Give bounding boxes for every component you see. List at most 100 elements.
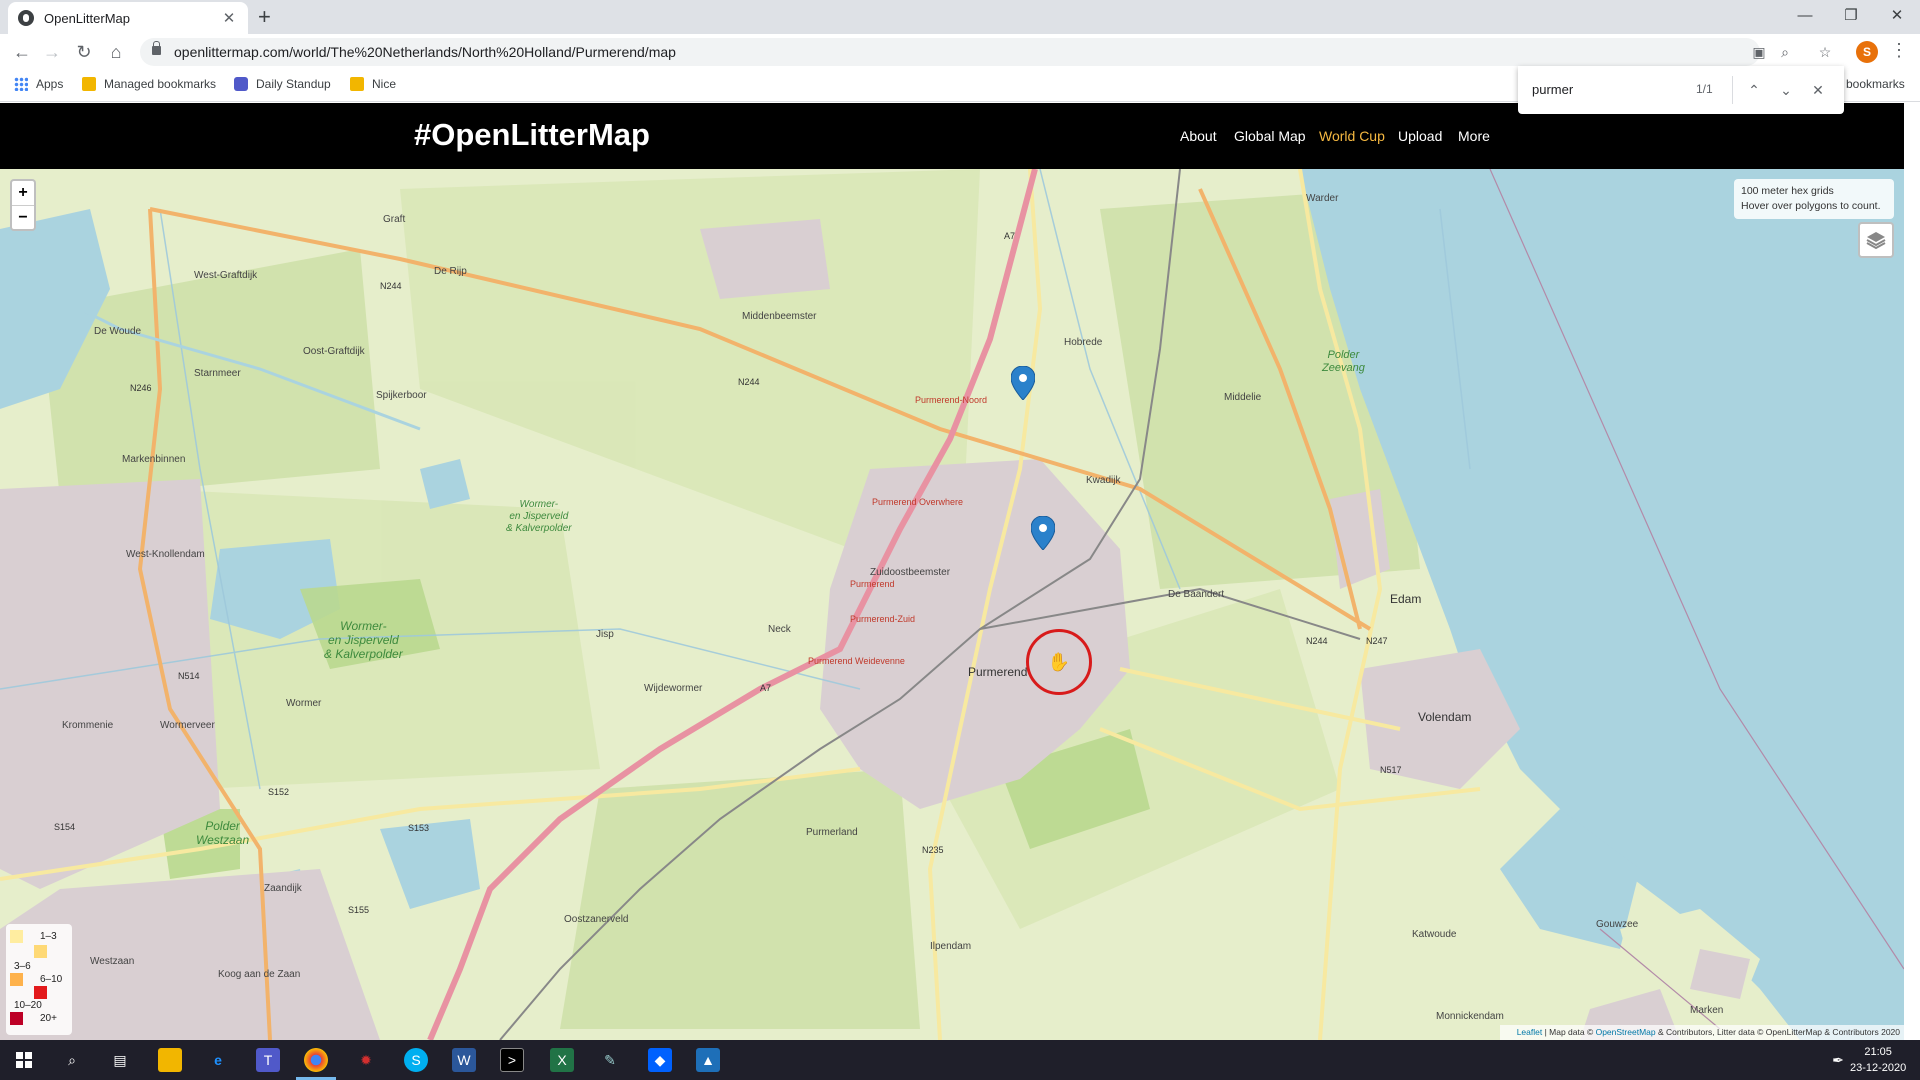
place-westzaan: Westzaan	[90, 956, 135, 967]
search-icon[interactable]: ⌕	[60, 1048, 84, 1072]
task-view-icon[interactable]: ▤	[108, 1048, 132, 1072]
place-warder: Warder	[1306, 193, 1339, 204]
bookmark-label: Nice	[372, 77, 397, 91]
clock-date: 23-12-2020	[1850, 1062, 1907, 1074]
browser-tab[interactable]: OpenLitterMap ✕	[8, 2, 248, 34]
terminal-icon[interactable]: >	[500, 1048, 524, 1072]
legend-row: 6–10	[10, 973, 68, 986]
place-markenbinnen: Markenbinnen	[122, 454, 186, 465]
new-tab-button[interactable]: +	[258, 6, 271, 28]
bookmark-managed[interactable]: Managed bookmarks	[82, 77, 216, 91]
url-text[interactable]: openlittermap.com/world/The%20Netherland…	[174, 44, 676, 60]
zoom-icon[interactable]: ⌕	[1776, 43, 1794, 61]
browser-menu-icon[interactable]: ⋮	[1890, 40, 1908, 61]
place-west-knollendam: West-Knollendam	[126, 549, 205, 560]
info-line-2: Hover over polygons to count.	[1741, 200, 1881, 212]
map-legend: 1–3 3–6 6–10 10–20 20+	[6, 924, 72, 1035]
litter-map[interactable]: Graft De Rijp West-Graftdijk Oost-Graftd…	[0, 169, 1904, 1040]
place-krommenie: Krommenie	[62, 720, 114, 731]
nav-world-cup[interactable]: World Cup	[1319, 128, 1385, 144]
app-bug-icon[interactable]: ✹	[354, 1048, 378, 1072]
pen-tray-icon[interactable]: ✒	[1826, 1048, 1850, 1072]
leaflet-link[interactable]: Leaflet	[1517, 1027, 1543, 1037]
road-s152: S152	[268, 787, 290, 797]
nav-more[interactable]: More	[1458, 128, 1490, 144]
skype-icon[interactable]: S	[404, 1048, 428, 1072]
legend-row: 20+	[10, 1012, 68, 1025]
app-pen-icon[interactable]: ✎	[598, 1048, 622, 1072]
edge-icon[interactable]: e	[206, 1048, 230, 1072]
nav-upload[interactable]: Upload	[1398, 128, 1442, 144]
litter-marker[interactable]	[1031, 516, 1055, 550]
find-close-icon[interactable]: ✕	[1808, 80, 1828, 100]
profile-avatar[interactable]: S	[1856, 41, 1878, 63]
legend-row	[10, 986, 68, 999]
system-clock[interactable]: 21:05 23-12-2020	[1850, 1044, 1906, 1076]
bookmark-apps[interactable]: Apps	[14, 77, 63, 91]
find-match-count: 1/1	[1696, 82, 1713, 96]
road-a7: A7	[1004, 231, 1016, 241]
window-close-icon[interactable]: ✕	[1874, 0, 1920, 30]
info-line-1: 100 meter hex grids	[1741, 185, 1834, 197]
road-n244-mid: N244	[738, 377, 760, 387]
restore-icon[interactable]: ❐	[1828, 0, 1874, 30]
chrome-icon[interactable]	[304, 1048, 328, 1072]
browser-tabstrip: OpenLitterMap ✕ + — ❐ ✕	[0, 0, 1920, 34]
site-brand[interactable]: #OpenLitterMap	[414, 117, 650, 153]
place-polder-westzaan: Polder Westzaan	[196, 819, 249, 847]
legend-label: 20+	[40, 1013, 57, 1024]
find-input[interactable]: purmer	[1532, 82, 1573, 97]
find-in-page-icon[interactable]: ▣	[1750, 43, 1768, 61]
file-explorer-icon[interactable]	[158, 1048, 182, 1072]
zoom-control: + −	[10, 179, 36, 231]
osm-link[interactable]: OpenStreetMap	[1596, 1027, 1656, 1037]
litter-marker[interactable]	[1011, 366, 1035, 400]
lock-icon[interactable]	[152, 41, 161, 55]
road-n517: N517	[1380, 765, 1402, 775]
zoom-in-button[interactable]: +	[12, 181, 34, 205]
minimize-icon[interactable]: —	[1782, 0, 1828, 30]
road-s154: S154	[54, 822, 76, 832]
word-icon[interactable]: W	[452, 1048, 476, 1072]
place-marken: Marken	[1690, 1005, 1724, 1016]
apps-grid-icon	[14, 77, 28, 91]
place-wormerveer: Wormerveer	[160, 720, 215, 731]
forward-arrow-icon[interactable]: →	[40, 40, 64, 64]
reload-icon[interactable]: ↻	[72, 40, 96, 64]
place-graft: Graft	[383, 214, 406, 225]
place-volendam: Volendam	[1418, 710, 1472, 724]
find-previous-icon[interactable]: ⌃	[1744, 80, 1764, 100]
dropbox-icon[interactable]: ◆	[648, 1048, 672, 1072]
road-n247: N247	[1366, 636, 1388, 646]
nav-about[interactable]: About	[1180, 128, 1217, 144]
windows-start-icon[interactable]	[12, 1048, 36, 1072]
layers-control[interactable]	[1858, 222, 1894, 258]
bookmark-star-icon[interactable]: ☆	[1816, 43, 1834, 61]
attribution-text: & Contributors, Litter data © OpenLitter…	[1655, 1027, 1900, 1037]
tab-close-icon[interactable]: ✕	[220, 9, 238, 27]
find-bar: purmer 1/1 ⌃ ⌄ ✕	[1518, 66, 1844, 114]
legend-row: 3–6	[10, 960, 68, 973]
back-arrow-icon[interactable]: ←	[10, 40, 34, 64]
legend-swatch	[34, 945, 47, 958]
place-wormer-jisperveld-small: Wormer- en Jisperveld & Kalverpolder	[506, 499, 572, 535]
place-polder-zeevang: Polder Zeevang	[1322, 349, 1365, 375]
excel-icon[interactable]: X	[550, 1048, 574, 1072]
home-icon[interactable]: ⌂	[104, 40, 128, 64]
place-gouwzee: Gouwzee	[1596, 919, 1639, 930]
nav-global-map[interactable]: Global Map	[1234, 128, 1306, 144]
zoom-out-button[interactable]: −	[12, 205, 34, 229]
bookmarks-overflow[interactable]: bookmarks	[1846, 77, 1905, 91]
find-next-icon[interactable]: ⌄	[1776, 80, 1796, 100]
place-wormer-jisp-line: & Kalverpolder	[506, 523, 572, 534]
attribution-text: | Map data ©	[1542, 1027, 1596, 1037]
map-tiles[interactable]	[0, 169, 1904, 1040]
hand-cursor-icon: ✋	[1047, 651, 1071, 672]
app-window-icon[interactable]: ▲	[696, 1048, 720, 1072]
bookmark-daily-standup[interactable]: Daily Standup	[234, 77, 331, 91]
place-wormer-jisp-line: Wormer-	[340, 619, 387, 633]
legend-row: 1–3	[10, 930, 68, 943]
address-bar[interactable]: openlittermap.com/world/The%20Netherland…	[140, 38, 1789, 66]
teams-icon[interactable]: T	[256, 1048, 280, 1072]
bookmark-nice[interactable]: Nice	[350, 77, 396, 91]
